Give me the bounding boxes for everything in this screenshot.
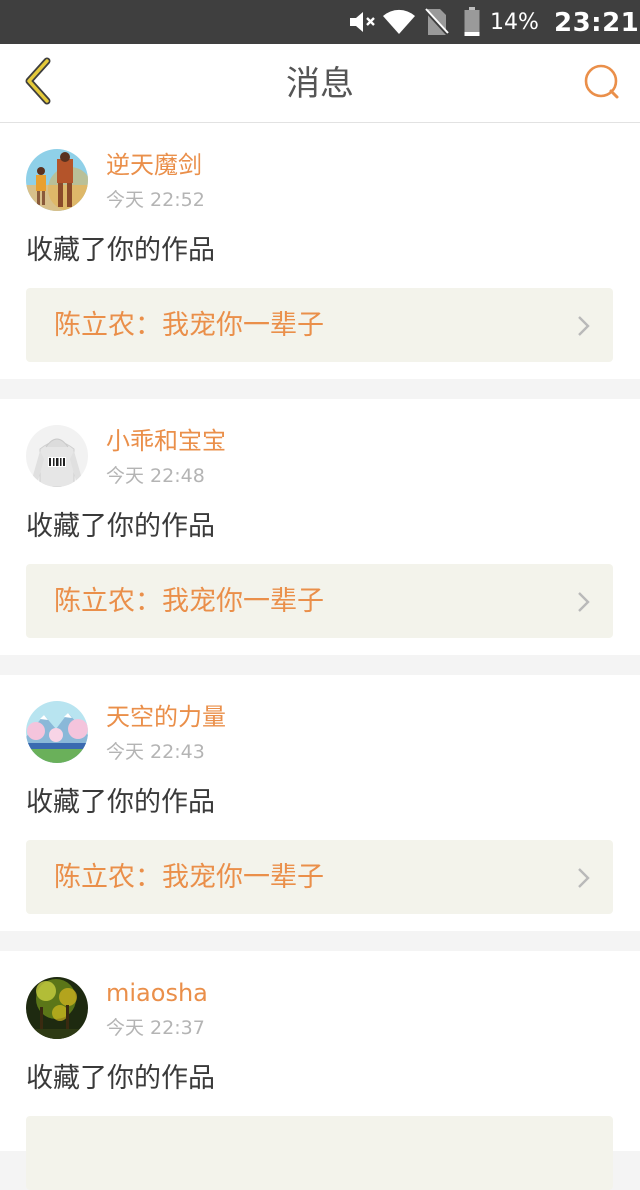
username[interactable]: miaosha — [106, 977, 208, 1009]
message-card: 天空的力量 今天 22:43 收藏了你的作品 陈立农：我宠你一辈子 — [0, 675, 640, 931]
avatar[interactable] — [26, 425, 88, 487]
work-title: 陈立农：我宠你一辈子 — [54, 862, 324, 893]
chevron-right-icon — [577, 867, 591, 889]
work-link-card[interactable]: 陈立农：我宠你一辈子 — [26, 288, 613, 362]
message-card: 小乖和宝宝 今天 22:48 收藏了你的作品 陈立农：我宠你一辈子 — [0, 399, 640, 655]
timestamp: 今天 22:48 — [106, 465, 205, 487]
message-card: 逆天魔剑 今天 22:52 收藏了你的作品 陈立农：我宠你一辈子 — [0, 123, 640, 379]
wifi-icon — [380, 0, 418, 44]
username[interactable]: 小乖和宝宝 — [106, 425, 226, 457]
back-button[interactable] — [10, 54, 66, 112]
work-title: 陈立农：我宠你一辈子 — [54, 586, 324, 617]
action-text: 收藏了你的作品 — [26, 235, 215, 266]
work-link-card[interactable] — [26, 1116, 613, 1190]
status-clock: 23:21 — [554, 8, 640, 38]
action-text: 收藏了你的作品 — [26, 787, 215, 818]
username[interactable]: 逆天魔剑 — [106, 149, 202, 181]
search-button[interactable] — [574, 56, 630, 112]
username[interactable]: 天空的力量 — [106, 701, 226, 733]
mute-icon — [346, 0, 380, 44]
chevron-left-icon — [21, 57, 55, 109]
work-link-card[interactable]: 陈立农：我宠你一辈子 — [26, 840, 613, 914]
no-sim-icon — [422, 0, 452, 44]
avatar[interactable] — [26, 977, 88, 1039]
message-card: miaosha 今天 22:37 收藏了你的作品 — [0, 951, 640, 1190]
status-bar: 14% 23:21 — [0, 0, 640, 44]
work-link-card[interactable]: 陈立农：我宠你一辈子 — [26, 564, 613, 638]
page-title: 消息 — [286, 64, 354, 104]
avatar[interactable] — [26, 149, 88, 211]
search-icon — [583, 63, 621, 105]
timestamp: 今天 22:43 — [106, 741, 205, 763]
app-header: 消息 — [0, 44, 640, 123]
battery-percentage: 14% — [490, 10, 539, 35]
timestamp: 今天 22:37 — [106, 1017, 205, 1039]
timestamp: 今天 22:52 — [106, 189, 205, 211]
battery-icon — [460, 0, 484, 44]
chevron-right-icon — [577, 591, 591, 613]
work-title: 陈立农：我宠你一辈子 — [54, 310, 324, 341]
avatar[interactable] — [26, 701, 88, 763]
chevron-right-icon — [577, 315, 591, 337]
action-text: 收藏了你的作品 — [26, 511, 215, 542]
action-text: 收藏了你的作品 — [26, 1063, 215, 1094]
